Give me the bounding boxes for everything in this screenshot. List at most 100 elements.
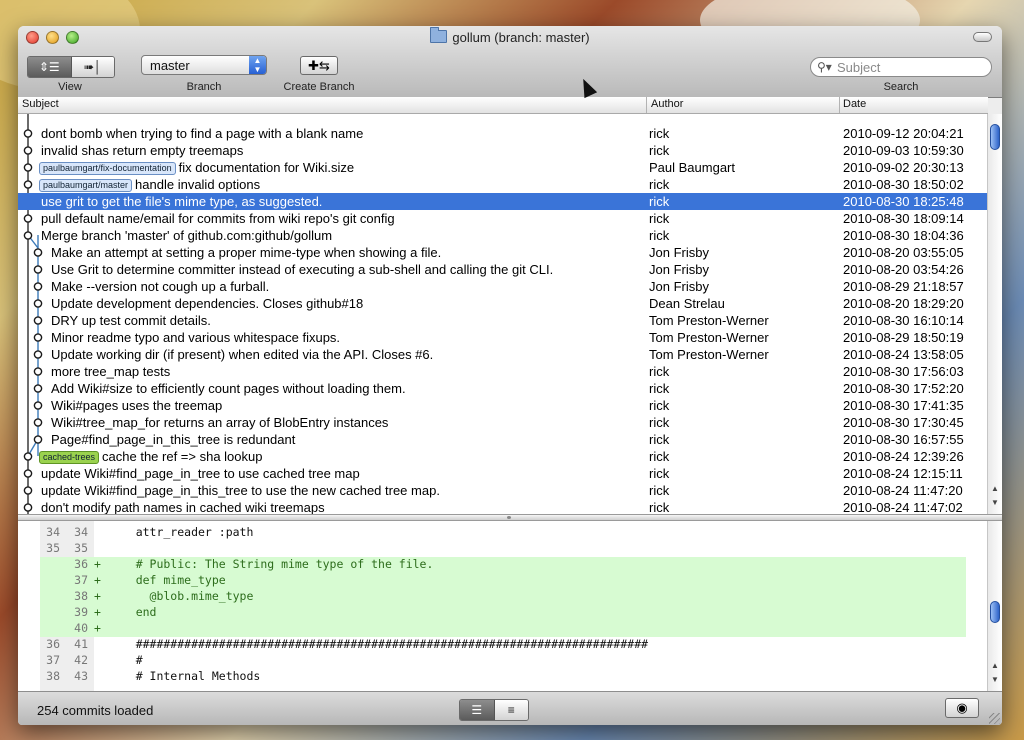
commit-subject-text: update Wiki#find_page_in_this_tree to us… bbox=[41, 483, 440, 498]
commit-row[interactable]: Wiki#pages uses the treemap rick 2010-08-3… bbox=[18, 397, 988, 414]
commit-author: rick bbox=[649, 415, 670, 430]
scroll-up-arrow-icon[interactable]: ▲ bbox=[991, 484, 999, 493]
commit-author: rick bbox=[649, 228, 670, 243]
column-header-date[interactable]: Date bbox=[843, 98, 866, 110]
commit-row[interactable]: Update working dir (if present) when edi… bbox=[18, 346, 988, 363]
commit-subject: Add Wiki#size to efficiently count pages… bbox=[51, 381, 406, 396]
commit-date: 2010-08-30 16:10:14 bbox=[843, 313, 964, 328]
scroll-down-arrow-icon[interactable]: ▼ bbox=[991, 498, 999, 507]
commit-row[interactable]: update Wiki#find_page_in_this_tree to us… bbox=[18, 482, 988, 499]
commit-subject: invalid shas return empty treemaps bbox=[41, 143, 243, 158]
commit-view-icon[interactable]: ➠│ bbox=[71, 57, 114, 77]
column-header-subject[interactable]: Subject bbox=[22, 98, 59, 110]
history-view-icon[interactable]: ⇕☰ bbox=[28, 57, 72, 77]
commit-author: Jon Frisby bbox=[649, 262, 709, 277]
commit-subject: Wiki#pages uses the treemap bbox=[51, 398, 222, 413]
window-title-text: gollum (branch: master) bbox=[452, 30, 590, 45]
pane-splitter[interactable] bbox=[18, 514, 1002, 521]
scroll-down-arrow-icon[interactable]: ▼ bbox=[991, 675, 999, 684]
commit-subject-text: Minor readme typo and various whitespace… bbox=[51, 330, 341, 345]
commit-row[interactable]: more tree_map tests rick 2010-08-30 17:56:… bbox=[18, 363, 988, 380]
commit-row[interactable]: invalid shas return empty treemaps rick 20… bbox=[18, 142, 988, 159]
diff-code: ########################################… bbox=[108, 637, 649, 651]
new-line-number: 40 bbox=[74, 621, 88, 635]
commit-row[interactable]: use grit to get the file's mime type, as… bbox=[18, 193, 988, 210]
diff-sign: + bbox=[94, 605, 101, 619]
commit-subject: more tree_map tests bbox=[51, 364, 170, 379]
commit-row[interactable]: Add Wiki#size to efficiently count pages… bbox=[18, 380, 988, 397]
search-label: Search bbox=[883, 81, 919, 93]
commit-subject-text: DRY up test commit details. bbox=[51, 313, 211, 328]
status-bar: 254 commits loaded ☰ ≡ ◉ bbox=[18, 691, 1002, 725]
new-line-number: 34 bbox=[74, 525, 88, 539]
commit-row[interactable]: Make an attempt at setting a proper mime… bbox=[18, 244, 988, 261]
commit-date: 2010-08-24 12:39:26 bbox=[843, 449, 964, 464]
detail-view-switcher[interactable]: ☰ ≡ bbox=[459, 699, 529, 721]
quicklook-eye-icon[interactable]: ◉ bbox=[945, 698, 979, 718]
commit-row[interactable]: Page#find_page_in_this_tree is redundant… bbox=[18, 431, 988, 448]
commit-date: 2010-08-20 03:54:26 bbox=[843, 262, 964, 277]
diff-code: @blob.mime_type bbox=[108, 589, 254, 603]
new-line-number: 36 bbox=[74, 557, 88, 571]
updown-arrows-icon: ▲ ▼ bbox=[249, 56, 266, 74]
commit-list[interactable]: dont bomb when trying to find a page wit… bbox=[18, 114, 988, 514]
diff-context-line: 34 34 attr_reader :path bbox=[40, 525, 966, 541]
commit-row[interactable]: update Wiki#find_page_in_tree to use cac… bbox=[18, 465, 988, 482]
new-line-number: 41 bbox=[74, 637, 88, 651]
commit-row[interactable]: Make --version not cough up a furball. Jo… bbox=[18, 278, 988, 295]
branch-select[interactable]: master ▲ ▼ bbox=[141, 55, 267, 75]
commit-date: 2010-08-29 18:50:19 bbox=[843, 330, 964, 345]
column-header-author[interactable]: Author bbox=[651, 98, 683, 110]
commit-author: Tom Preston-Werner bbox=[649, 347, 769, 362]
diff-code: end bbox=[108, 605, 157, 619]
commit-row[interactable]: paulbaumgart/fix-documentation fix docume… bbox=[18, 159, 988, 176]
commit-row[interactable]: dont bomb when trying to find a page wit… bbox=[18, 125, 988, 142]
commit-list-scrollbar[interactable]: ▲ ▼ bbox=[987, 114, 1002, 514]
commit-subject-text: Merge branch 'master' of github.com:gith… bbox=[41, 228, 333, 243]
diff-added-line: 40 + bbox=[40, 621, 966, 637]
commit-row[interactable]: Wiki#tree_map_for returns an array of Bl… bbox=[18, 414, 988, 431]
create-branch-button[interactable]: ✚⇆ bbox=[300, 56, 338, 75]
commit-row[interactable]: DRY up test commit details. Tom Preston-W… bbox=[18, 312, 988, 329]
commit-date: 2010-08-30 16:57:55 bbox=[843, 432, 964, 447]
commit-row[interactable]: Update development dependencies. Closes … bbox=[18, 295, 988, 312]
commit-date: 2010-08-24 13:58:05 bbox=[843, 347, 964, 362]
commit-subject: cached-trees cache the ref => sha lookup bbox=[39, 449, 262, 464]
column-divider[interactable] bbox=[839, 97, 840, 113]
commit-subject-text: Page#find_page_in_this_tree is redundant bbox=[51, 432, 296, 447]
diff-added-line: 38 + @blob.mime_type bbox=[40, 589, 966, 605]
commit-row[interactable]: Use Grit to determine committer instead … bbox=[18, 261, 988, 278]
commit-row[interactable]: Merge branch 'master' of github.com:gith… bbox=[18, 227, 988, 244]
old-line-number: 37 bbox=[46, 653, 60, 667]
commit-date: 2010-08-20 03:55:05 bbox=[843, 245, 964, 260]
view-switcher[interactable]: ⇕☰ ➠│ bbox=[27, 56, 115, 78]
commit-row[interactable]: cached-trees cache the ref => sha lookup r… bbox=[18, 448, 988, 465]
commit-row[interactable]: paulbaumgart/master handle invalid option… bbox=[18, 176, 988, 193]
column-divider[interactable] bbox=[646, 97, 647, 113]
commit-subject: Merge branch 'master' of github.com:gith… bbox=[41, 228, 332, 243]
tree-view-icon[interactable]: ≡ bbox=[494, 700, 528, 720]
commit-subject: Make an attempt at setting a proper mime… bbox=[51, 245, 441, 260]
commit-row[interactable]: pull default name/email for commits from… bbox=[18, 210, 988, 227]
commit-subject-text: update Wiki#find_page_in_tree to use cac… bbox=[41, 466, 360, 481]
resize-grip-icon[interactable] bbox=[989, 713, 1000, 724]
toolbar-toggle-button[interactable] bbox=[973, 32, 992, 42]
old-line-number: 35 bbox=[46, 541, 60, 555]
commit-row[interactable]: Minor readme typo and various whitespace… bbox=[18, 329, 988, 346]
commit-row[interactable]: don't modify path names in cached wiki t… bbox=[18, 499, 988, 514]
commit-author: Tom Preston-Werner bbox=[649, 313, 769, 328]
commit-subject: paulbaumgart/master handle invalid option… bbox=[39, 177, 260, 192]
diff-scrollbar[interactable]: ▲ ▼ bbox=[987, 521, 1002, 691]
scroll-up-arrow-icon[interactable]: ▲ bbox=[991, 661, 999, 670]
commit-subject-text: Update working dir (if present) when edi… bbox=[51, 347, 434, 362]
commit-author: rick bbox=[649, 381, 670, 396]
scrollbar-thumb[interactable] bbox=[990, 601, 1000, 623]
search-field[interactable]: ⚲▾ bbox=[810, 57, 992, 77]
commit-author: Paul Baumgart bbox=[649, 160, 735, 175]
diff-code: # Public: The String mime type of the fi… bbox=[108, 557, 434, 571]
commit-subject: update Wiki#find_page_in_tree to use cac… bbox=[41, 466, 360, 481]
scrollbar-thumb[interactable] bbox=[990, 124, 1000, 150]
search-input[interactable] bbox=[837, 60, 977, 75]
details-view-icon[interactable]: ☰ bbox=[460, 700, 495, 720]
commit-subject: pull default name/email for commits from… bbox=[41, 211, 395, 226]
